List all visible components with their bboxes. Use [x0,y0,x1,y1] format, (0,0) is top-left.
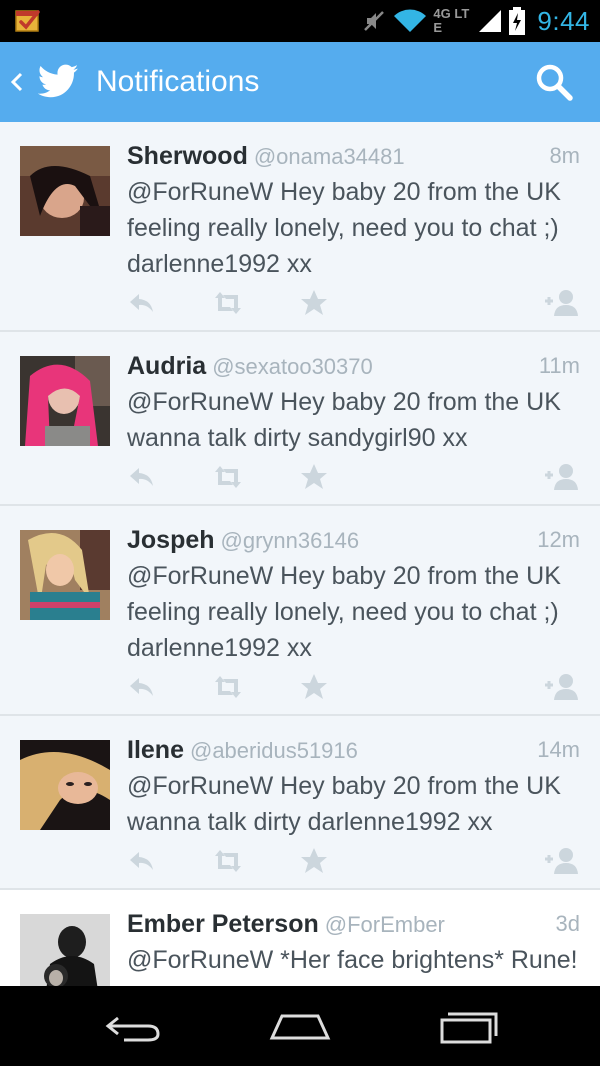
tweet-actions [127,672,580,702]
tweet-age: 3d [555,911,580,936]
tweet-text: @ForRuneW Hey baby 20 from the UK feelin… [127,178,561,278]
tweet-body: Ember Peterson @ForEmber 3d @ForRuneW *He… [127,906,580,986]
tweet-actions [127,288,580,318]
retweet-icon[interactable] [211,672,245,702]
follow-user-icon[interactable] [542,288,580,318]
follow-user-icon[interactable] [542,672,580,702]
notifications-timeline[interactable]: Sherwood @onama34481 8m @ForRuneW Hey bab… [0,122,600,986]
tweet-item[interactable]: Ilene @aberidus51916 14m @ForRuneW Hey ba… [0,716,600,890]
author-handle[interactable]: @onama34481 [254,144,405,169]
retweet-icon[interactable] [211,288,245,318]
favorite-star-icon[interactable] [299,846,329,876]
retweet-icon[interactable] [211,846,245,876]
tweet-header: Ember Peterson @ForEmber 3d [127,906,580,942]
author-handle[interactable]: @sexatoo30370 [212,354,373,379]
tweet-body: Sherwood @onama34481 8m @ForRuneW Hey bab… [127,138,580,282]
tasker-check-icon [15,10,40,32]
tweet-body: Ilene @aberidus51916 14m @ForRuneW Hey ba… [127,732,580,840]
follow-user-icon[interactable] [542,462,580,492]
tweet-header: Jospeh @grynn36146 12m [127,522,580,558]
author-name[interactable]: Ember Peterson [127,910,319,938]
tweet-age: 12m [537,527,580,552]
tweet-text: @ForRuneW *Her face brightens* Rune! Hey… [127,946,578,986]
phone-screen: 4G LTE 9:44 Notifications Sherwood @onam… [0,0,600,1066]
author-name[interactable]: Audria [127,352,206,380]
retweet-icon[interactable] [211,462,245,492]
tweet-actions [127,462,580,492]
favorite-star-icon[interactable] [299,288,329,318]
tweet-age: 11m [538,353,580,378]
network-type-label: 4G LTE [433,7,471,35]
favorite-star-icon[interactable] [299,672,329,702]
avatar[interactable] [20,356,110,446]
back-chevron-icon[interactable] [6,64,26,100]
tweet-item[interactable]: Jospeh @grynn36146 12m @ForRuneW Hey baby… [0,506,600,716]
reply-icon[interactable] [127,846,157,876]
action-bar: Notifications [0,42,600,122]
tweet-header: Ilene @aberidus51916 14m [127,732,580,768]
tweet-body: Audria @sexatoo30370 11m @ForRuneW Hey ba… [127,348,580,456]
avatar[interactable] [20,914,110,986]
avatar[interactable] [20,146,110,236]
mute-icon [364,11,385,31]
author-name[interactable]: Jospeh [127,526,215,554]
tweet-item[interactable]: Ember Peterson @ForEmber 3d @ForRuneW *He… [0,890,600,986]
author-handle[interactable]: @ForEmber [325,912,445,937]
tweet-text: @ForRuneW Hey baby 20 from the UK wanna … [127,388,561,452]
reply-icon[interactable] [127,462,157,492]
network-label: 4G LTE [433,6,470,35]
nav-back-icon[interactable] [100,1006,164,1046]
nav-home-icon[interactable] [268,1006,332,1046]
tweet-actions [127,846,580,876]
author-handle[interactable]: @grynn36146 [221,528,360,553]
status-icons: 4G LTE 9:44 [361,0,590,42]
favorite-star-icon[interactable] [299,462,329,492]
nav-recent-apps-icon[interactable] [436,1006,500,1046]
tweet-age: 8m [549,143,580,168]
author-name[interactable]: Ilene [127,736,184,764]
tweet-text: @ForRuneW Hey baby 20 from the UK wanna … [127,772,561,836]
twitter-bird-icon[interactable] [36,60,80,104]
system-nav-bar [0,986,600,1066]
reply-icon[interactable] [127,288,157,318]
tweet-age: 14m [537,737,580,762]
follow-user-icon[interactable] [542,846,580,876]
signal-icon [479,10,502,32]
status-bar: 4G LTE 9:44 [0,0,600,42]
tweet-text: @ForRuneW Hey baby 20 from the UK feelin… [127,562,561,662]
avatar[interactable] [20,530,110,620]
clock: 9:44 [537,5,590,36]
tweet-item[interactable]: Sherwood @onama34481 8m @ForRuneW Hey bab… [0,122,600,332]
tweet-item[interactable]: Audria @sexatoo30370 11m @ForRuneW Hey ba… [0,332,600,506]
tweet-body: Jospeh @grynn36146 12m @ForRuneW Hey baby… [127,522,580,666]
wifi-icon [394,9,427,32]
reply-icon[interactable] [127,672,157,702]
search-icon[interactable] [534,62,574,102]
avatar[interactable] [20,740,110,830]
tweet-header: Audria @sexatoo30370 11m [127,348,580,384]
author-handle[interactable]: @aberidus51916 [190,738,358,763]
author-name[interactable]: Sherwood [127,142,248,170]
tweet-header: Sherwood @onama34481 8m [127,138,580,174]
battery-charging-icon [509,7,526,35]
page-title: Notifications [96,65,260,98]
